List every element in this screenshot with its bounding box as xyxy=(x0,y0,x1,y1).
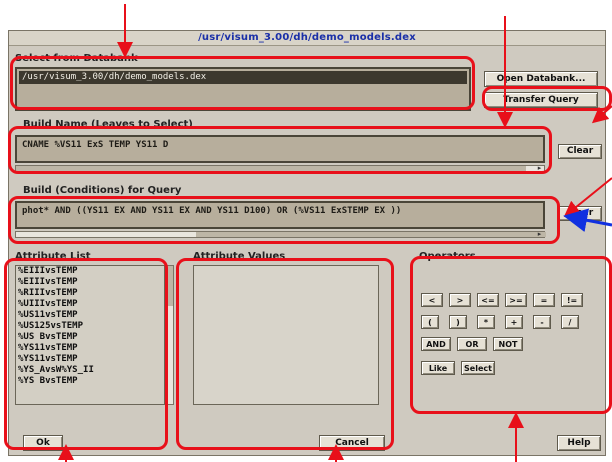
arrow-to-transfer-query xyxy=(591,105,612,124)
blue-arrow-to-conditions xyxy=(563,208,612,233)
screenshot-stage: /usr/visum_3.00/dh/demo_models.dex Selec… xyxy=(0,0,612,462)
annotation-arrows xyxy=(58,4,612,462)
arrow-to-conditions-clear xyxy=(563,177,612,218)
